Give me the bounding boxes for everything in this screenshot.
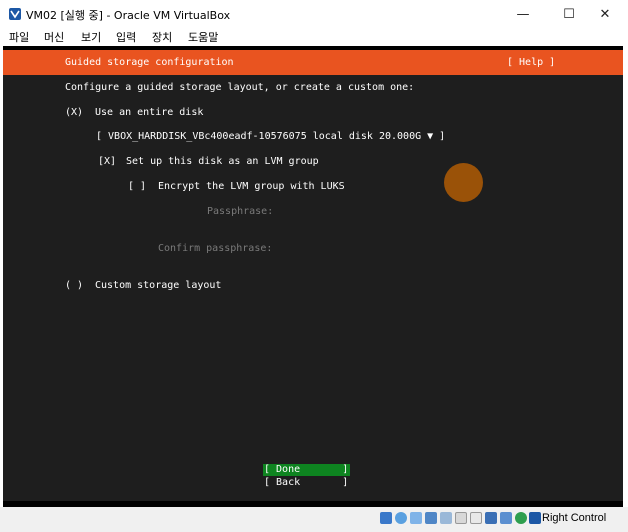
back-button-label: [ Back ] bbox=[264, 477, 349, 488]
status-bar: Right Control bbox=[0, 507, 628, 532]
usb-icon[interactable] bbox=[440, 512, 452, 524]
mouse-integration-icon[interactable] bbox=[529, 512, 541, 524]
close-icon: ✕ bbox=[599, 6, 611, 22]
virtualbox-window: VM02 [실행 중] - Oracle VM VirtualBox — ☐ ✕… bbox=[0, 0, 628, 532]
lvm-checkbox[interactable]: [X] bbox=[98, 156, 116, 168]
network-icon[interactable] bbox=[425, 512, 437, 524]
intro-text: Configure a guided storage layout, or cr… bbox=[65, 82, 415, 93]
hard-disk-icon[interactable] bbox=[380, 512, 392, 524]
use-entire-disk-label: Use an entire disk bbox=[95, 107, 204, 118]
window-right-edge bbox=[623, 46, 628, 507]
window-title: VM02 [실행 중] - Oracle VM VirtualBox bbox=[26, 9, 231, 22]
custom-layout-label: Custom storage layout bbox=[95, 280, 222, 291]
shared-folders-icon[interactable] bbox=[455, 512, 467, 524]
optical-drive-icon[interactable] bbox=[395, 512, 407, 524]
installer-header: Guided storage configuration [ Help ] bbox=[3, 50, 623, 75]
encrypt-checkbox[interactable]: [ ] bbox=[128, 181, 146, 193]
minimize-button[interactable]: — bbox=[500, 0, 546, 28]
close-button[interactable]: ✕ bbox=[582, 0, 628, 28]
audio-icon[interactable] bbox=[410, 512, 422, 524]
menu-devices[interactable]: 장치 bbox=[152, 29, 172, 45]
done-button[interactable]: [ Done ] bbox=[263, 464, 350, 476]
lvm-label: Set up this disk as an LVM group bbox=[126, 156, 319, 167]
encrypt-label: Encrypt the LVM group with LUKS bbox=[158, 181, 345, 192]
menu-input[interactable]: 입력 bbox=[116, 29, 136, 45]
help-button[interactable]: [ Help ] bbox=[507, 57, 555, 69]
cursor-highlight bbox=[444, 163, 483, 202]
maximize-icon: ☐ bbox=[563, 6, 575, 22]
host-key-label: Right Control bbox=[542, 512, 607, 524]
guest-additions-icon[interactable] bbox=[515, 512, 527, 524]
display-icon[interactable] bbox=[470, 512, 482, 524]
header-title: Guided storage configuration bbox=[65, 57, 234, 68]
menu-file[interactable]: 파일 bbox=[9, 29, 29, 45]
menu-help[interactable]: 도움말 bbox=[188, 29, 218, 45]
back-button[interactable]: [ Back ] bbox=[263, 477, 350, 489]
virtualbox-app-icon bbox=[9, 8, 21, 20]
use-entire-disk-radio[interactable]: (X) bbox=[65, 107, 83, 119]
done-button-label: [ Done ] bbox=[264, 464, 349, 475]
disk-select[interactable]: [ VBOX_HARDDISK_VBc400eadf-10576075 loca… bbox=[96, 131, 445, 143]
custom-layout-radio[interactable]: ( ) bbox=[65, 280, 83, 292]
menu-machine[interactable]: 머신 bbox=[44, 29, 64, 45]
vm-display[interactable]: Guided storage configuration [ Help ] Co… bbox=[3, 46, 623, 507]
cpu-icon[interactable] bbox=[500, 512, 512, 524]
passphrase-label: Passphrase: bbox=[207, 206, 274, 217]
video-capture-icon[interactable] bbox=[485, 512, 497, 524]
title-bar: VM02 [실행 중] - Oracle VM VirtualBox — ☐ ✕ bbox=[0, 0, 628, 28]
confirm-passphrase-label: Confirm passphrase: bbox=[158, 243, 273, 254]
minimize-icon: — bbox=[516, 6, 530, 22]
menu-bar: 파일 머신 보기 입력 장치 도움말 bbox=[0, 28, 628, 46]
menu-view[interactable]: 보기 bbox=[81, 29, 101, 45]
